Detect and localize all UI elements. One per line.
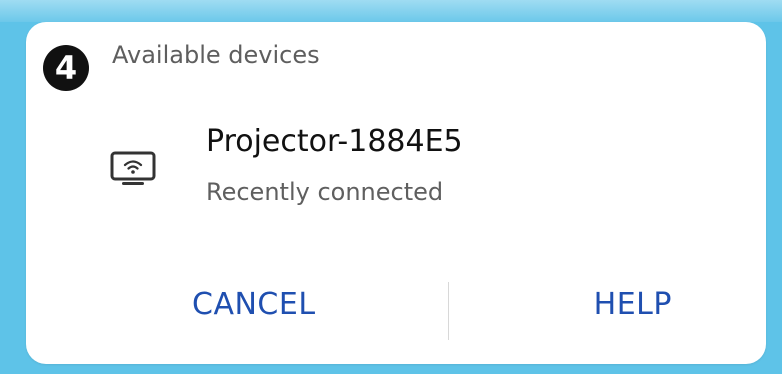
dialog-title: Available devices	[112, 41, 320, 69]
screen-cast-icon	[110, 150, 156, 190]
step-number-badge: 4	[43, 45, 89, 91]
button-divider	[448, 282, 449, 340]
device-status: Recently connected	[206, 178, 444, 206]
dialog-actions: CANCEL HELP	[26, 270, 766, 340]
available-devices-dialog: 4 Available devices Projector-1884E5 Rec…	[26, 22, 766, 364]
cancel-button[interactable]: CANCEL	[192, 270, 316, 340]
screen: 4 Available devices Projector-1884E5 Rec…	[0, 0, 782, 374]
status-strip	[0, 0, 782, 22]
help-button[interactable]: HELP	[594, 270, 672, 340]
device-name: Projector-1884E5	[206, 124, 463, 159]
device-list-item[interactable]: Projector-1884E5 Recently connected	[96, 112, 736, 242]
